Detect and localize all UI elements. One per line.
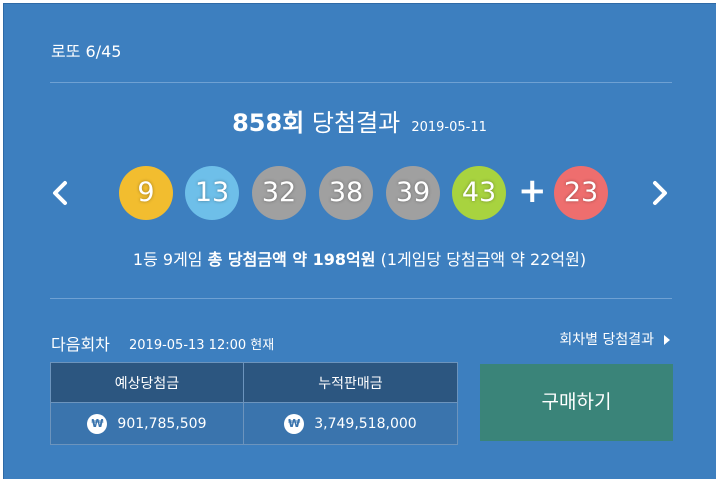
next-round-label: 다음회차 [51,335,110,354]
middle-divider [50,298,672,299]
round-number: 858회 [232,109,305,137]
prize-total: 총 당첨금액 약 198억원 [207,250,376,269]
lotto-panel: 로또 6/45 858회 당첨결과 2019-05-11 9 13 32 38 39 43… [3,3,716,479]
buy-button[interactable]: 구매하기 [480,364,673,441]
next-round-table: 예상당첨금 누적판매금 ₩901,785,509 ₩3,749,518,000 [50,362,459,445]
prize-per-game: (1게임당 당첨금액 약 22억원) [375,250,587,269]
total-sales-header: 누적판매금 [242,362,459,403]
total-sales-cell: ₩3,749,518,000 [242,402,459,445]
chevron-right-icon [653,181,667,205]
title-suffix: 당첨결과 [304,109,401,137]
expected-prize-value: 901,785,509 [117,415,207,432]
number-ball: 13 [185,166,239,220]
number-ball: 43 [452,166,506,220]
results-by-round-link[interactable]: 회차별 당첨결과 [559,329,670,349]
total-sales-value: 3,749,518,000 [314,415,417,432]
bonus-ball: 23 [554,166,608,220]
won-icon: ₩ [87,413,108,434]
number-ball: 38 [319,166,373,220]
draw-date: 2019-05-11 [411,120,487,135]
prize-summary: 1등 9게임 총 당첨금액 약 198억원 (1게임당 당첨금액 약 22억원) [3,246,716,270]
prev-round-button[interactable] [48,175,72,211]
number-ball: 39 [386,166,440,220]
top-divider [50,82,672,83]
draw-title: 858회 당첨결과 2019-05-11 [3,103,716,138]
game-name: 로또 6/45 [51,42,122,61]
next-round-datetime: 2019-05-13 12:00 현재 [129,338,275,353]
expected-prize-header: 예상당첨금 [50,362,244,403]
prize-lead: 1등 9게임 [132,250,208,269]
results-link-label: 회차별 당첨결과 [559,332,654,348]
expected-prize-cell: ₩901,785,509 [50,402,244,445]
number-ball: 9 [119,166,173,220]
won-icon: ₩ [284,413,305,434]
triangle-right-icon [664,335,670,345]
bonus-plus: + [518,171,547,211]
number-ball: 32 [252,166,306,220]
next-round-button[interactable] [648,175,672,211]
chevron-left-icon [53,181,67,205]
